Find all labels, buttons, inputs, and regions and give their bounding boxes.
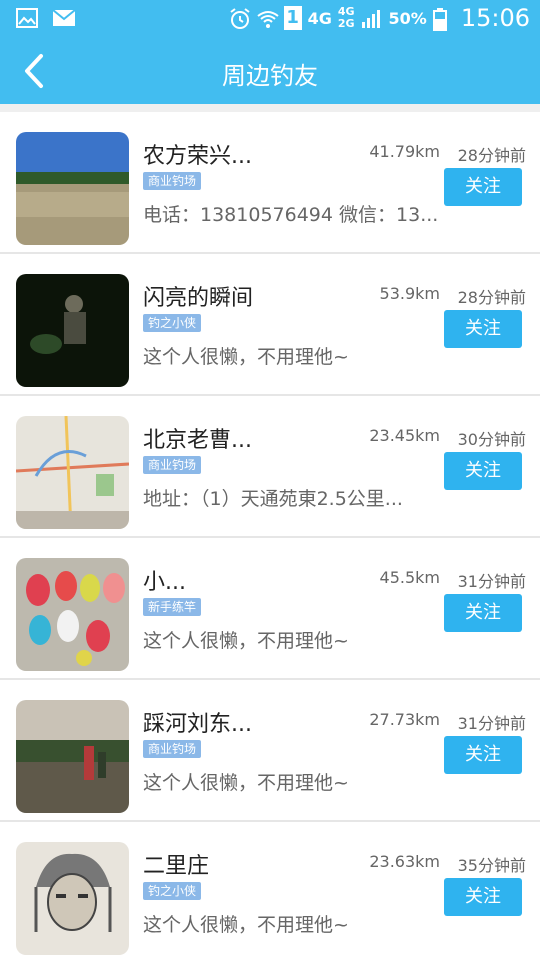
user-name: 农方荣兴... — [143, 144, 252, 169]
user-description: 这个人很懒，不用理他~ — [143, 772, 349, 794]
user-description: 这个人很懒，不用理他~ — [143, 346, 349, 368]
user-description: 这个人很懒，不用理他~ — [143, 914, 349, 936]
alarm-icon — [228, 7, 250, 29]
gallery-icon — [16, 7, 38, 29]
list-item[interactable]: 小... 45.5km 31分钟前 新手练竿 这个人很懒，不用理他~ 关注 — [0, 538, 540, 678]
user-badge: 钓之小侠 — [143, 314, 202, 332]
distance: 53.9km — [379, 284, 440, 303]
battery-icon — [432, 7, 455, 31]
distance: 41.79km — [369, 142, 440, 161]
user-badge: 钓之小侠 — [143, 882, 202, 900]
title-bar: 周边钓友 — [0, 38, 540, 104]
page-title: 周边钓友 — [222, 62, 318, 90]
signal-4g-label: 4G — [307, 8, 332, 28]
user-badge: 新手练竿 — [143, 598, 202, 616]
avatar — [16, 416, 129, 529]
list-item[interactable]: 北京老曹... 23.45km 30分钟前 商业钓场 地址：（1）天通苑東2.5… — [0, 396, 540, 536]
avatar — [16, 132, 129, 245]
status-bar: 1 4G 4G 2G 50% 15:06 — [0, 0, 540, 38]
time-ago: 31分钟前 — [457, 572, 526, 591]
user-badge: 商业钓场 — [143, 740, 202, 758]
distance: 27.73km — [369, 710, 440, 729]
signal-bars-icon — [361, 7, 383, 29]
follow-button[interactable]: 关注 — [444, 736, 522, 774]
follow-button[interactable]: 关注 — [444, 168, 522, 206]
time-ago: 30分钟前 — [457, 430, 526, 449]
nearby-anglers-list: 农方荣兴... 41.79km 28分钟前 商业钓场 电话：1381057649… — [0, 104, 540, 960]
user-description: 这个人很懒，不用理他~ — [143, 630, 349, 652]
avatar — [16, 842, 129, 955]
distance: 23.63km — [369, 852, 440, 871]
mail-icon — [52, 7, 76, 29]
follow-button[interactable]: 关注 — [444, 594, 522, 632]
list-item[interactable]: 农方荣兴... 41.79km 28分钟前 商业钓场 电话：1381057649… — [0, 112, 540, 252]
sim-slot-badge: 1 — [283, 6, 302, 30]
user-name: 闪亮的瞬间 — [143, 286, 254, 311]
follow-button[interactable]: 关注 — [444, 878, 522, 916]
distance: 45.5km — [379, 568, 440, 587]
time-ago: 28分钟前 — [457, 288, 526, 307]
user-name: 踩河刘东... — [143, 712, 252, 737]
list-item[interactable]: 踩河刘东... 27.73km 31分钟前 商业钓场 这个人很懒，不用理他~ 关… — [0, 680, 540, 820]
user-name: 二里庄 — [143, 854, 210, 879]
list-item[interactable]: 闪亮的瞬间 53.9km 28分钟前 钓之小侠 这个人很懒，不用理他~ 关注 — [0, 254, 540, 394]
battery-percent: 50% — [388, 8, 427, 28]
user-name: 小... — [143, 570, 186, 595]
time-ago: 28分钟前 — [457, 146, 526, 165]
avatar — [16, 700, 129, 813]
user-badge: 商业钓场 — [143, 172, 202, 190]
time-ago: 35分钟前 — [457, 856, 526, 875]
list-item[interactable]: 二里庄 23.63km 35分钟前 钓之小侠 这个人很懒，不用理他~ 关注 — [0, 822, 540, 960]
avatar — [16, 558, 129, 671]
wifi-icon — [256, 7, 279, 29]
follow-button[interactable]: 关注 — [444, 452, 522, 490]
signal-4g2g-label: 4G 2G — [337, 5, 355, 30]
user-description: 地址：（1）天通苑東2.5公里... — [143, 488, 403, 510]
status-time: 15:06 — [460, 4, 530, 32]
user-badge: 商业钓场 — [143, 456, 202, 474]
time-ago: 31分钟前 — [457, 714, 526, 733]
user-description: 电话：13810576494 微信：13... — [143, 204, 439, 226]
user-name: 北京老曹... — [143, 428, 252, 453]
follow-button[interactable]: 关注 — [444, 310, 522, 348]
distance: 23.45km — [369, 426, 440, 445]
avatar — [16, 274, 129, 387]
